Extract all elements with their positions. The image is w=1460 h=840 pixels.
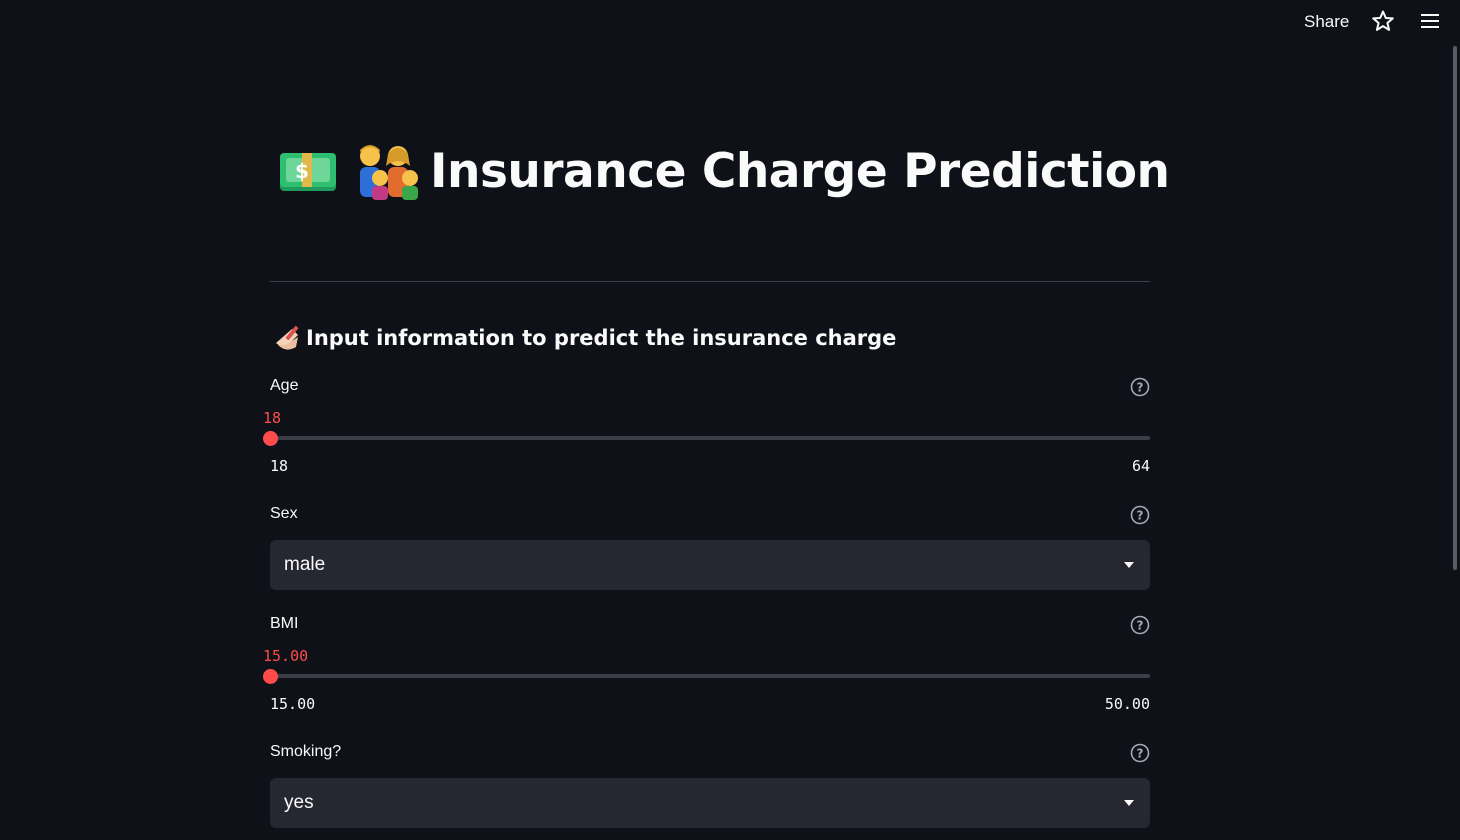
svg-text:?: ?: [1137, 509, 1144, 523]
star-icon[interactable]: [1371, 9, 1395, 33]
smoking-label: Smoking?: [270, 743, 342, 760]
form-subheader-text: Input information to predict the insuran…: [306, 326, 897, 350]
sex-select-value: male: [284, 554, 326, 575]
bmi-slider-value: 15.00: [263, 647, 309, 665]
help-icon[interactable]: ?: [1130, 743, 1150, 763]
bmi-slider-track[interactable]: [270, 674, 1150, 678]
page-title-row: $ Insurance Charge Prediction: [278, 140, 1170, 202]
age-slider-max: 64: [1131, 457, 1150, 475]
svg-text:?: ?: [1137, 381, 1144, 395]
page-scrollbar[interactable]: [1453, 46, 1457, 570]
sex-label: Sex: [270, 505, 298, 522]
chevron-down-icon: [1124, 800, 1134, 806]
hamburger-menu-icon[interactable]: [1418, 9, 1442, 33]
writing-hand-emoji: [276, 325, 299, 350]
age-label: Age: [270, 377, 299, 394]
share-button[interactable]: Share: [1298, 10, 1355, 34]
help-icon[interactable]: ?: [1130, 377, 1150, 397]
chevron-down-icon: [1124, 562, 1134, 568]
sex-select[interactable]: male: [270, 540, 1150, 590]
age-slider-thumb[interactable]: [263, 431, 278, 446]
section-divider: [270, 281, 1150, 282]
bmi-slider-thumb[interactable]: [263, 669, 278, 684]
dollar-banknote-emoji: $: [280, 153, 336, 191]
age-slider-track[interactable]: [270, 436, 1150, 440]
svg-text:$: $: [295, 159, 309, 183]
bmi-label: BMI: [270, 615, 299, 632]
form-subheader: Input information to predict the insuran…: [272, 322, 896, 354]
top-toolbar: Share: [0, 0, 1460, 44]
svg-text:?: ?: [1137, 619, 1144, 633]
family-emoji: [360, 145, 418, 200]
svg-text:?: ?: [1137, 747, 1144, 761]
bmi-slider-min: 15.00: [270, 695, 316, 713]
help-icon[interactable]: ?: [1130, 505, 1150, 525]
smoking-select[interactable]: yes: [270, 778, 1150, 828]
smoking-select-value: yes: [284, 792, 314, 813]
age-slider-min: 18: [270, 457, 289, 475]
help-icon[interactable]: ?: [1130, 615, 1150, 635]
age-slider-value: 18: [263, 409, 282, 427]
bmi-slider-max: 50.00: [1104, 695, 1150, 713]
page-title: Insurance Charge Prediction: [430, 143, 1170, 199]
